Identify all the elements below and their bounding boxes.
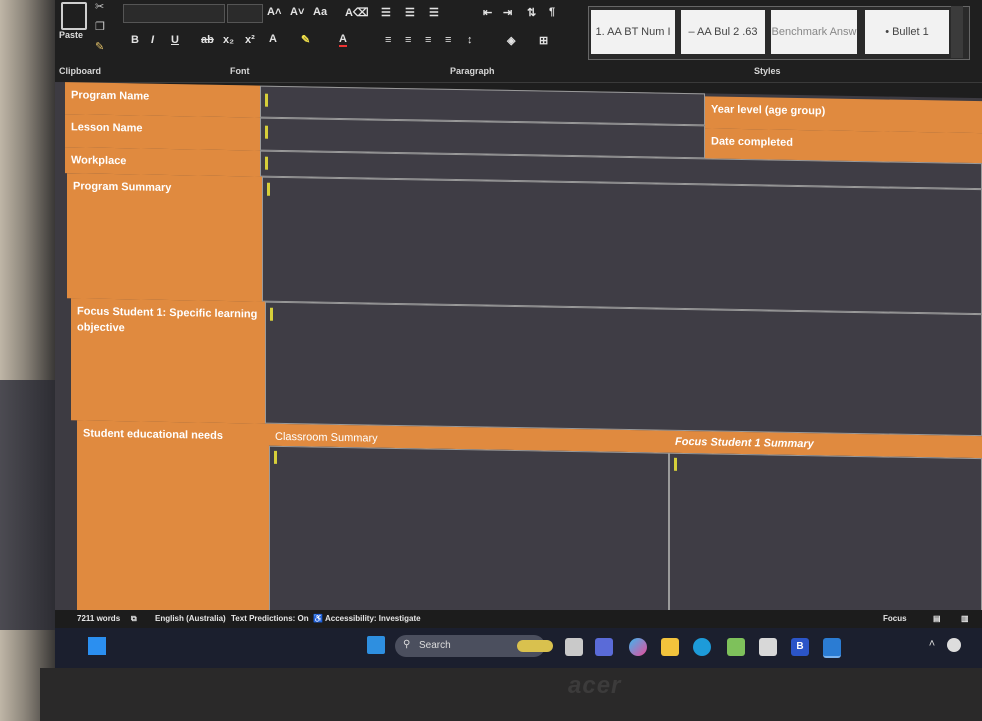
font-name-dropdown[interactable] — [123, 4, 225, 23]
laptop-bottom-bezel — [40, 668, 982, 721]
print-layout-icon[interactable]: ▤ — [933, 614, 941, 623]
highlight-icon[interactable]: ✎ — [301, 33, 310, 46]
store-icon[interactable] — [727, 638, 745, 656]
borders-icon[interactable]: ⊞ — [539, 34, 548, 47]
widgets-icon[interactable] — [88, 637, 106, 655]
grow-font-icon[interactable]: A˄ — [267, 6, 281, 18]
chevron-up-icon[interactable]: ˄ — [923, 638, 941, 656]
search-highlight-icon — [517, 640, 553, 652]
increase-indent-icon[interactable]: ⇥ — [503, 6, 512, 19]
taskbar-search[interactable]: ⚲ Search — [395, 635, 553, 657]
strikethrough-button[interactable]: ab — [201, 34, 214, 46]
search-placeholder: Search — [419, 640, 451, 651]
background-fabric — [0, 380, 60, 630]
classroom-summary-field[interactable] — [269, 445, 669, 623]
text-cursor — [267, 182, 270, 196]
multilevel-list-icon[interactable]: ☰ — [429, 6, 439, 19]
program-name-label: Program Name — [65, 82, 260, 118]
calendar-icon[interactable] — [759, 638, 777, 656]
focus-student-summary-field[interactable] — [669, 452, 982, 629]
sort-icon[interactable]: ⇅ — [527, 6, 536, 19]
teams-icon[interactable] — [595, 638, 613, 656]
font-color-icon[interactable]: A — [339, 33, 347, 47]
style-item[interactable]: – AA Bul 2 .63 — [681, 10, 765, 54]
style-item[interactable]: • Bullet 1 — [865, 10, 949, 54]
focus-button[interactable]: Focus — [883, 614, 907, 623]
read-mode-icon[interactable]: ▥ — [961, 614, 969, 623]
status-bar: 7211 words ⧉ English (Australia) Text Pr… — [55, 610, 982, 628]
word-icon[interactable] — [823, 638, 841, 658]
italic-button[interactable]: I — [151, 34, 154, 46]
windows-start-icon[interactable] — [367, 636, 385, 654]
proofing-icon[interactable]: ⧉ — [131, 614, 137, 624]
program-summary-label: Program Summary — [67, 173, 262, 302]
text-cursor — [270, 307, 273, 321]
workplace-label: Workplace — [65, 147, 260, 177]
paragraph-group-label: Paragraph — [450, 66, 495, 76]
paste-icon[interactable] — [61, 2, 87, 30]
font-size-dropdown[interactable] — [227, 4, 263, 23]
text-cursor — [265, 125, 268, 139]
year-level-label: Year level (age group) — [705, 96, 982, 134]
text-cursor — [265, 93, 268, 107]
numbering-icon[interactable]: ☰ — [405, 6, 415, 19]
text-predictions[interactable]: Text Predictions: On — [231, 614, 309, 623]
align-left-icon[interactable]: ≡ — [385, 34, 391, 46]
styles-scrollbar[interactable] — [951, 6, 963, 58]
clear-format-icon[interactable]: A⌫ — [345, 6, 369, 19]
acer-logo: acer — [568, 672, 622, 699]
taskbar: ⚲ Search B ˄ — [55, 628, 982, 668]
decrease-indent-icon[interactable]: ⇤ — [483, 6, 492, 19]
superscript-button[interactable]: x² — [245, 34, 255, 46]
copilot-icon[interactable] — [629, 638, 647, 656]
line-spacing-icon[interactable]: ↕ — [467, 34, 473, 46]
cut-icon[interactable]: ✂ — [95, 0, 104, 13]
align-center-icon[interactable]: ≡ — [405, 34, 411, 46]
task-view-icon[interactable] — [565, 638, 583, 656]
file-explorer-icon[interactable] — [661, 638, 679, 656]
clipboard-group-label: Clipboard — [59, 66, 101, 76]
accessibility-icon[interactable]: ♿ — [313, 614, 323, 623]
styles-group-label: Styles — [754, 66, 781, 76]
paste-button[interactable]: Paste — [59, 30, 83, 40]
bullets-icon[interactable]: ☰ — [381, 6, 391, 19]
lesson-name-label: Lesson Name — [65, 114, 260, 151]
text-effects-icon[interactable]: A — [269, 33, 277, 45]
focus-student-label: Focus Student 1: Specific learning objec… — [71, 298, 265, 424]
focus-student-field[interactable] — [265, 301, 982, 437]
language-indicator[interactable]: English (Australia) — [155, 614, 226, 623]
student-needs-label: Student educational needs — [77, 420, 269, 616]
program-summary-field[interactable] — [262, 176, 982, 315]
style-item[interactable]: 1. AA BT Num I — [591, 10, 675, 54]
show-marks-icon[interactable]: ¶ — [549, 6, 555, 18]
font-group-label: Font — [230, 66, 250, 76]
style-item[interactable]: Benchmark Answ — [771, 10, 857, 54]
align-right-icon[interactable]: ≡ — [425, 34, 431, 46]
onedrive-icon[interactable] — [947, 638, 961, 652]
word-count[interactable]: 7211 words — [77, 614, 120, 623]
screen: Paste ✂ ❐ ✎ Clipboard A˄ A˅ Aa A⌫ B I U … — [55, 0, 982, 668]
shrink-font-icon[interactable]: A˅ — [290, 6, 304, 18]
bookings-icon[interactable]: B — [791, 638, 809, 656]
subscript-button[interactable]: x₂ — [223, 34, 234, 46]
styles-gallery: 1. AA BT Num I – AA Bul 2 .63 Benchmark … — [588, 6, 970, 60]
document-table: Program Name Year level (age group) Less… — [55, 82, 982, 629]
format-painter-icon[interactable]: ✎ — [95, 40, 104, 53]
search-icon: ⚲ — [403, 639, 411, 650]
copy-icon[interactable]: ❐ — [95, 20, 105, 33]
ribbon: Paste ✂ ❐ ✎ Clipboard A˄ A˅ Aa A⌫ B I U … — [55, 0, 982, 83]
bold-button[interactable]: B — [131, 34, 139, 46]
underline-button[interactable]: U — [171, 34, 179, 46]
shading-icon[interactable]: ◈ — [507, 34, 515, 47]
text-cursor — [674, 457, 677, 471]
text-cursor — [265, 156, 268, 170]
justify-icon[interactable]: ≡ — [445, 34, 451, 46]
change-case-icon[interactable]: Aa — [313, 6, 327, 18]
edge-icon[interactable] — [693, 638, 711, 656]
accessibility-status[interactable]: Accessibility: Investigate — [325, 614, 421, 623]
text-cursor — [274, 450, 277, 464]
